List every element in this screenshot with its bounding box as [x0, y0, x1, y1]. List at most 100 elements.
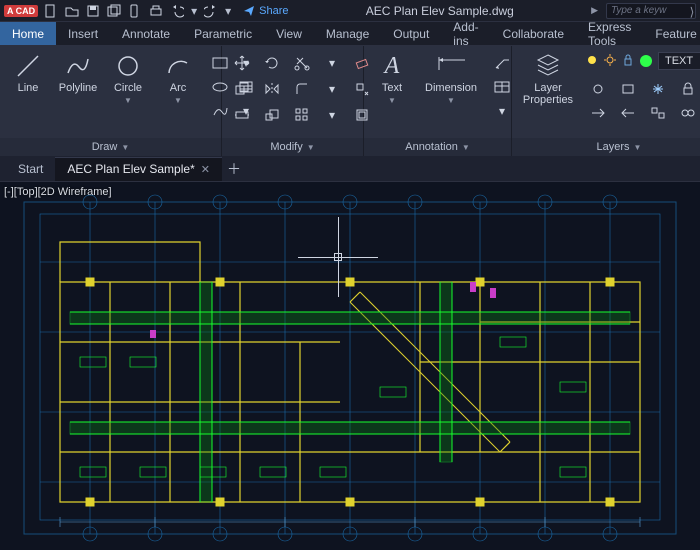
- sun-icon: [604, 54, 616, 69]
- polyline-label: Polyline: [59, 82, 98, 94]
- chevron-down-icon: ▼: [124, 96, 132, 105]
- tab-addins[interactable]: Add-ins: [441, 22, 490, 45]
- array-dropdown-icon[interactable]: ▾: [320, 104, 344, 126]
- mirror-icon[interactable]: [260, 78, 284, 100]
- lock-icon: [622, 54, 634, 69]
- file-tab-start-label: Start: [18, 162, 43, 176]
- search-caret-icon: ▶: [591, 5, 598, 16]
- layer-stack-icon: [534, 52, 562, 80]
- chevron-down-icon: ▼: [634, 143, 642, 152]
- tab-output[interactable]: Output: [381, 22, 441, 45]
- circle-tool[interactable]: Circle ▼: [108, 52, 148, 105]
- layer-state-row[interactable]: TEXT: [586, 52, 700, 70]
- panel-modify-title[interactable]: Modify ▼: [222, 138, 363, 156]
- tab-view[interactable]: View: [264, 22, 314, 45]
- line-tool[interactable]: Line: [8, 52, 48, 94]
- file-tab-start[interactable]: Start: [6, 157, 55, 181]
- layer-lock-icon[interactable]: [676, 78, 700, 100]
- search-input[interactable]: Type a keyw: [606, 3, 696, 19]
- tab-parametric[interactable]: Parametric: [182, 22, 264, 45]
- move-icon[interactable]: [230, 52, 254, 74]
- panel-layers-title-label: Layers: [597, 141, 630, 153]
- ribbon-tab-strip: Home Insert Annotate Parametric View Man…: [0, 22, 700, 46]
- table-icon[interactable]: [490, 76, 514, 98]
- panel-modify: ▾ ▾ ▾ Modify ▼: [222, 46, 364, 156]
- layer-isolate-icon[interactable]: [616, 78, 640, 100]
- close-icon[interactable]: ✕: [201, 163, 210, 176]
- layer-state-icon[interactable]: [646, 102, 670, 124]
- saveas-icon[interactable]: [105, 3, 123, 19]
- new-tab-button[interactable]: ＋: [222, 159, 246, 179]
- plot-icon[interactable]: [147, 3, 165, 19]
- ribbon: Line Polyline Circle ▼ Arc ▼ ▾: [0, 46, 700, 156]
- save-icon[interactable]: [84, 3, 102, 19]
- open-icon[interactable]: [63, 3, 81, 19]
- app-badge: A CAD: [4, 5, 38, 17]
- redo-icon[interactable]: [202, 3, 220, 19]
- fillet-dropdown-icon[interactable]: ▾: [320, 78, 344, 100]
- drawing-viewport[interactable]: [-][Top][2D Wireframe]: [0, 182, 700, 550]
- chevron-down-icon: ▼: [307, 143, 315, 152]
- panel-layers-title[interactable]: Layers ▼: [512, 138, 700, 156]
- copy-icon[interactable]: [230, 78, 254, 100]
- line-label: Line: [18, 82, 39, 94]
- tab-feature[interactable]: Feature: [643, 22, 700, 45]
- rotate-icon[interactable]: [260, 52, 284, 74]
- panel-layers: Layer Properties TEXT: [512, 46, 700, 156]
- stretch-icon[interactable]: [230, 104, 254, 126]
- panel-draw: Line Polyline Circle ▼ Arc ▼ ▾: [0, 46, 222, 156]
- dimension-tool[interactable]: Dimension ▼: [422, 52, 480, 105]
- layer-freeze-icon[interactable]: [646, 78, 670, 100]
- panel-annotation: A Text ▼ Dimension ▼ ▾ Annotation▼: [364, 46, 512, 156]
- fillet-icon[interactable]: [290, 78, 314, 100]
- polyline-tool[interactable]: Polyline: [58, 52, 98, 94]
- tab-overflow-icon[interactable]: ⟩: [684, 0, 700, 24]
- tab-collaborate[interactable]: Collaborate: [491, 22, 576, 45]
- layer-properties-label: Layer Properties: [523, 82, 573, 106]
- file-tab-strip: Start AEC Plan Elev Sample* ✕ ＋ ⟩: [0, 156, 700, 182]
- redo-dropdown-icon[interactable]: ▾: [223, 3, 233, 19]
- tab-annotate[interactable]: Annotate: [110, 22, 182, 45]
- trim-icon[interactable]: [290, 52, 314, 74]
- web-mobile-icon[interactable]: [126, 3, 144, 19]
- chevron-down-icon: ▼: [121, 143, 129, 152]
- dimension-icon: [437, 52, 465, 80]
- text-tool[interactable]: A Text ▼: [372, 52, 412, 105]
- layer-previous-icon[interactable]: [616, 102, 640, 124]
- undo-dropdown-icon[interactable]: ▾: [189, 3, 199, 19]
- layer-color-swatch: [640, 55, 652, 67]
- share-label: Share: [259, 5, 288, 17]
- layer-change-icon[interactable]: [676, 102, 700, 124]
- arc-tool[interactable]: Arc ▼: [158, 52, 198, 105]
- chevron-down-icon: ▼: [447, 96, 455, 105]
- panel-annotation-title-label: Annotation: [405, 141, 458, 153]
- text-icon: A: [378, 52, 406, 80]
- circle-icon: [114, 52, 142, 80]
- panel-draw-title[interactable]: Draw▼: [0, 138, 221, 156]
- trim-dropdown-icon[interactable]: ▾: [320, 52, 344, 74]
- new-icon[interactable]: [42, 3, 60, 19]
- leader-icon[interactable]: [490, 52, 514, 74]
- layer-match-icon[interactable]: [586, 102, 610, 124]
- panel-modify-title-label: Modify: [270, 141, 302, 153]
- tab-insert[interactable]: Insert: [56, 22, 110, 45]
- text-label: Text: [382, 82, 402, 94]
- tab-home[interactable]: Home: [0, 22, 56, 45]
- array-icon[interactable]: [290, 104, 314, 126]
- panel-annotation-title[interactable]: Annotation▼: [364, 138, 511, 156]
- layer-properties-button[interactable]: Layer Properties: [520, 52, 576, 106]
- tab-manage[interactable]: Manage: [314, 22, 381, 45]
- drawing-canvas: [0, 182, 700, 550]
- layer-off-icon[interactable]: [586, 78, 610, 100]
- chevron-down-icon: ▼: [174, 96, 182, 105]
- tab-express-tools[interactable]: Express Tools: [576, 22, 643, 45]
- line-icon: [14, 52, 42, 80]
- share-button[interactable]: Share: [243, 5, 288, 17]
- file-tab-active[interactable]: AEC Plan Elev Sample* ✕: [55, 157, 222, 181]
- scale-icon[interactable]: [260, 104, 284, 126]
- current-layer-name[interactable]: TEXT: [658, 52, 700, 70]
- undo-icon[interactable]: [168, 3, 186, 19]
- panel-draw-title-label: Draw: [92, 141, 118, 153]
- annotation-dropdown-icon[interactable]: ▾: [490, 100, 514, 122]
- search-placeholder: Type a keyw: [611, 5, 666, 16]
